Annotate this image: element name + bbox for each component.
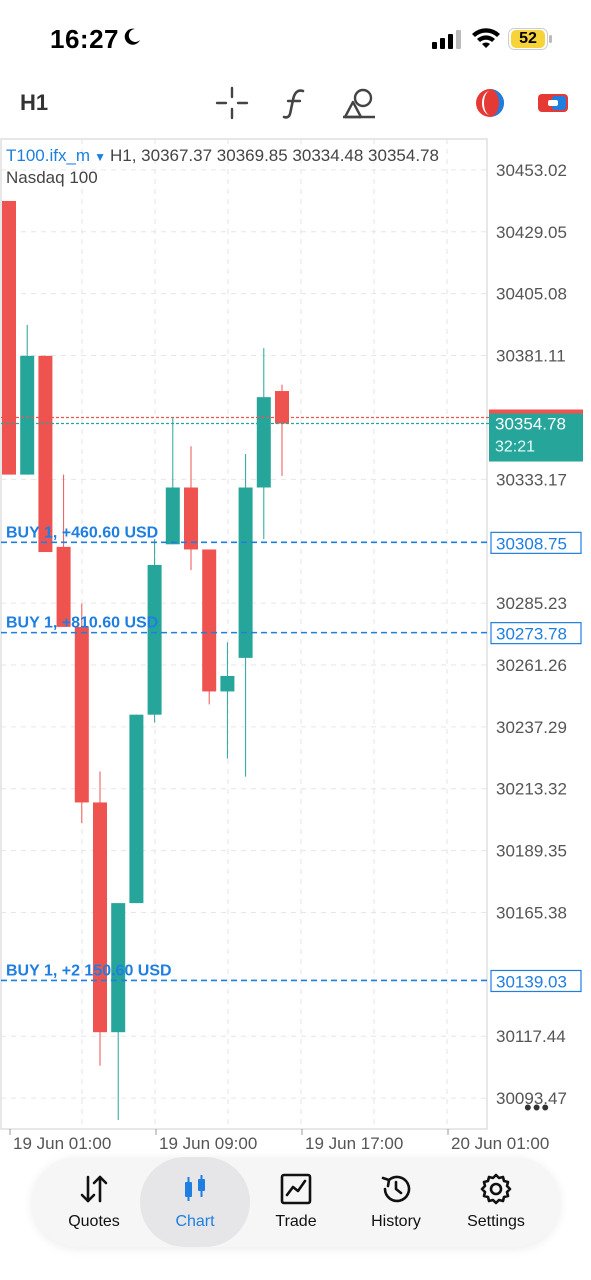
candle-body: [147, 564, 162, 715]
nav-history-label: History: [371, 1213, 421, 1230]
candle-body: [129, 714, 144, 904]
nav-quotes[interactable]: Quotes: [42, 1157, 146, 1247]
candle-body: [38, 355, 53, 553]
current-price-label: 30354.78: [495, 415, 566, 434]
candle-body: [275, 391, 289, 424]
candle-body: [165, 487, 180, 545]
price-tick-label: 30189.35: [496, 842, 567, 861]
candle-body: [184, 487, 198, 550]
price-tick-label: 30285.23: [496, 594, 567, 613]
nav-trade[interactable]: Trade: [244, 1157, 348, 1247]
price-tick-label: 30381.11: [496, 347, 566, 366]
position-price-label: 30139.03: [496, 972, 567, 991]
nav-settings-label: Settings: [467, 1213, 525, 1230]
candle-body: [20, 355, 35, 475]
more-options-icon[interactable]: •••: [524, 1095, 550, 1121]
position-label[interactable]: BUY 1, +810.60 USD: [6, 615, 158, 632]
trade-icon: [280, 1173, 312, 1205]
price-tick-label: 30213.32: [496, 780, 567, 799]
ohlc-values: H1, 30367.37 30369.85 30334.48 30354.78: [109, 146, 439, 165]
price-tick-label: 30237.29: [496, 718, 567, 737]
nav-trade-label: Trade: [275, 1213, 317, 1230]
symbol-dropdown-icon[interactable]: ▼: [94, 150, 106, 164]
time-tick-label: 20 Jun 01:00: [451, 1134, 549, 1150]
symbol-description: Nasdaq 100: [6, 168, 98, 187]
price-tick-label: 30165.38: [496, 903, 567, 922]
candle-body: [220, 675, 235, 692]
nav-chart-label: Chart: [175, 1213, 215, 1230]
price-tick-label: 30333.17: [496, 470, 567, 489]
nav-chart[interactable]: Chart: [140, 1157, 250, 1247]
nav-quotes-label: Quotes: [68, 1213, 120, 1230]
candle-body: [74, 626, 89, 803]
candle-body: [256, 397, 271, 488]
position-price-label: 30273.78: [496, 625, 567, 644]
position-label[interactable]: BUY 1, +2 150.60 USD: [6, 962, 172, 979]
position-price-label: 30308.75: [496, 534, 567, 553]
price-tick-label: 30261.26: [496, 656, 567, 675]
chart-icon: [185, 1175, 205, 1201]
history-icon: [381, 1175, 411, 1203]
ask-price-strip: [489, 409, 583, 414]
price-tick-label: 30117.44: [496, 1027, 566, 1046]
price-tick-label: 30453.02: [496, 161, 567, 180]
time-tick-label: 19 Jun 01:00: [13, 1134, 111, 1150]
position-label[interactable]: BUY 1, +460.60 USD: [6, 524, 158, 541]
countdown-label: 32:21: [495, 439, 535, 456]
time-tick-label: 19 Jun 09:00: [159, 1134, 257, 1150]
candle-body: [93, 802, 107, 1033]
price-tick-label: 30405.08: [496, 285, 567, 304]
symbol-label[interactable]: T100.ifx_m: [6, 146, 90, 165]
candle-body: [2, 200, 16, 475]
bottom-navigation: Quotes Chart Trade History Settings: [32, 1157, 560, 1247]
quotes-icon: [80, 1175, 108, 1203]
time-tick-label: 19 Jun 17:00: [305, 1134, 403, 1150]
candle-body: [202, 549, 217, 692]
price-tick-label: 30429.05: [496, 223, 567, 242]
chart-header: T100.ifx_m ▼ H1, 30367.37 30369.85 30334.4…: [6, 146, 439, 166]
nav-settings[interactable]: Settings: [444, 1157, 548, 1247]
nav-history[interactable]: History: [344, 1157, 448, 1247]
settings-icon: [480, 1173, 512, 1205]
